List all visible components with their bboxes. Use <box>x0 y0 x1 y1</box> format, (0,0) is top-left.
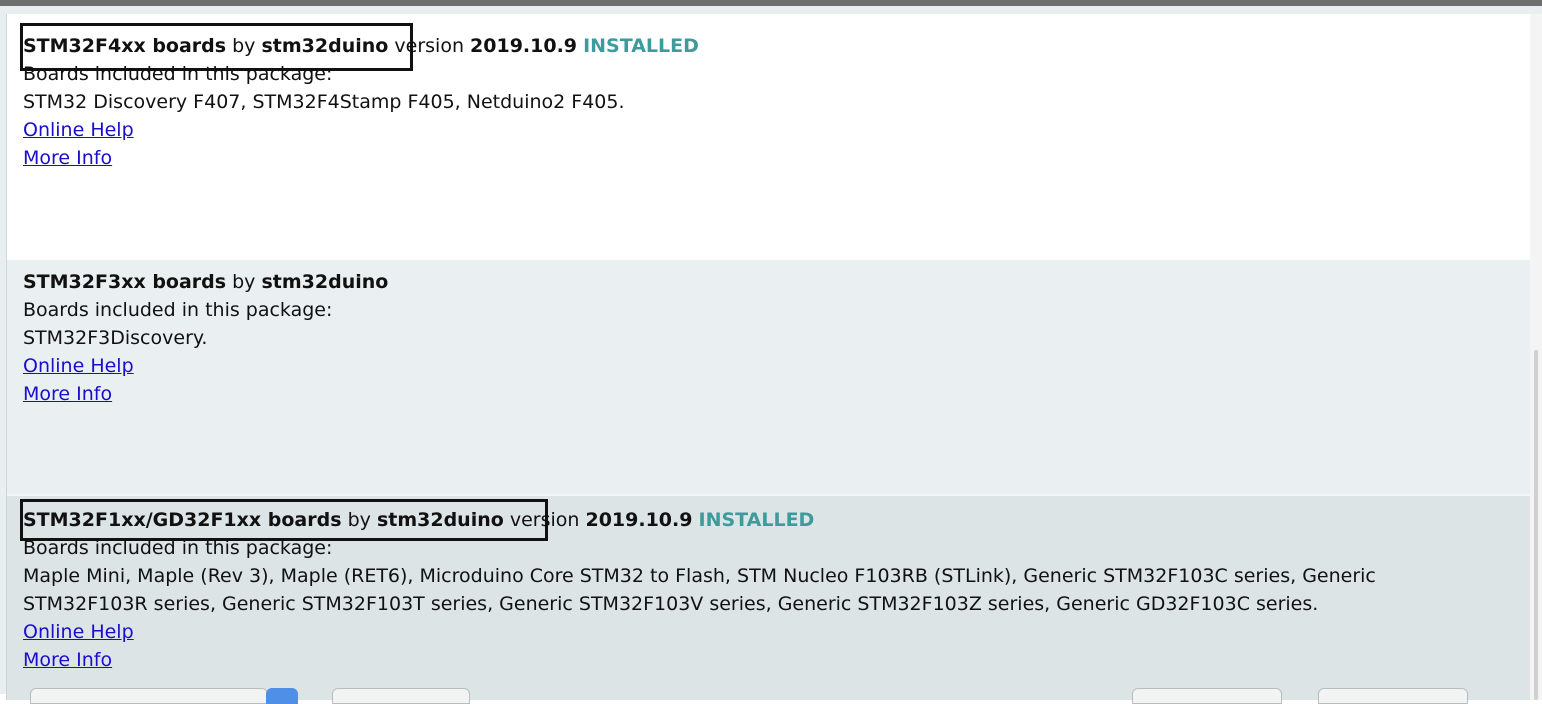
by-label: by <box>347 509 371 531</box>
package-author: stm32duino <box>261 35 389 57</box>
package-version: 2019.10.9 <box>585 509 693 531</box>
boards-heading: Boards included in this package: <box>23 537 333 559</box>
package-list: STM32F4xx boards by stm32duino version 2… <box>6 14 1531 700</box>
version-select[interactable] <box>30 688 268 704</box>
scrollbar-thumb[interactable] <box>1534 350 1538 700</box>
package-name: STM32F1xx/GD32F1xx boards <box>23 509 342 531</box>
package-title-line: STM32F4xx boards by stm32duino version 2… <box>20 23 1531 71</box>
package-author: stm32duino <box>261 271 389 293</box>
installed-badge: INSTALLED <box>698 509 815 531</box>
version-select-arrow-icon[interactable] <box>266 688 298 704</box>
more-info-link[interactable]: More Info <box>23 144 1531 172</box>
installed-badge: INSTALLED <box>583 35 699 57</box>
package-version: 2019.10.9 <box>470 35 578 57</box>
boards-heading: Boards included in this package: <box>23 63 333 85</box>
boards-list: Maple Mini, Maple (Rev 3), Maple (RET6),… <box>23 565 1376 615</box>
update-button[interactable] <box>1132 688 1282 704</box>
by-label: by <box>232 271 256 293</box>
more-info-link[interactable]: More Info <box>23 380 1531 408</box>
package-title-line: STM32F1xx/GD32F1xx boards by stm32duino … <box>20 499 1531 541</box>
package-title-line: STM32F3xx boards by stm32duino <box>23 268 1531 296</box>
online-help-link[interactable]: Online Help <box>23 116 1531 144</box>
install-button[interactable] <box>332 688 470 704</box>
online-help-link[interactable]: Online Help <box>23 352 1531 380</box>
version-label: version <box>509 509 580 531</box>
by-label: by <box>232 35 256 57</box>
package-item-stm32f3xx[interactable]: STM32F3xx boards by stm32duino Boards in… <box>7 260 1531 494</box>
online-help-link[interactable]: Online Help <box>23 618 1531 646</box>
package-name: STM32F3xx boards <box>23 271 227 293</box>
boards-list: STM32F3Discovery. <box>23 327 208 349</box>
package-author: stm32duino <box>376 509 504 531</box>
package-name: STM32F4xx boards <box>23 35 227 57</box>
remove-button[interactable] <box>1318 688 1468 704</box>
vertical-scrollbar[interactable] <box>1530 14 1542 700</box>
package-item-stm32f4xx[interactable]: STM32F4xx boards by stm32duino version 2… <box>7 14 1531 260</box>
boards-heading: Boards included in this package: <box>23 299 333 321</box>
boards-list: STM32 Discovery F407, STM32F4Stamp F405,… <box>23 91 625 113</box>
package-item-stm32f1xx[interactable]: STM32F1xx/GD32F1xx boards by stm32duino … <box>7 494 1531 700</box>
version-label: version <box>394 35 464 57</box>
more-info-link[interactable]: More Info <box>23 646 1531 674</box>
boards-manager-window: STM32F4xx boards by stm32duino version 2… <box>0 0 1542 704</box>
